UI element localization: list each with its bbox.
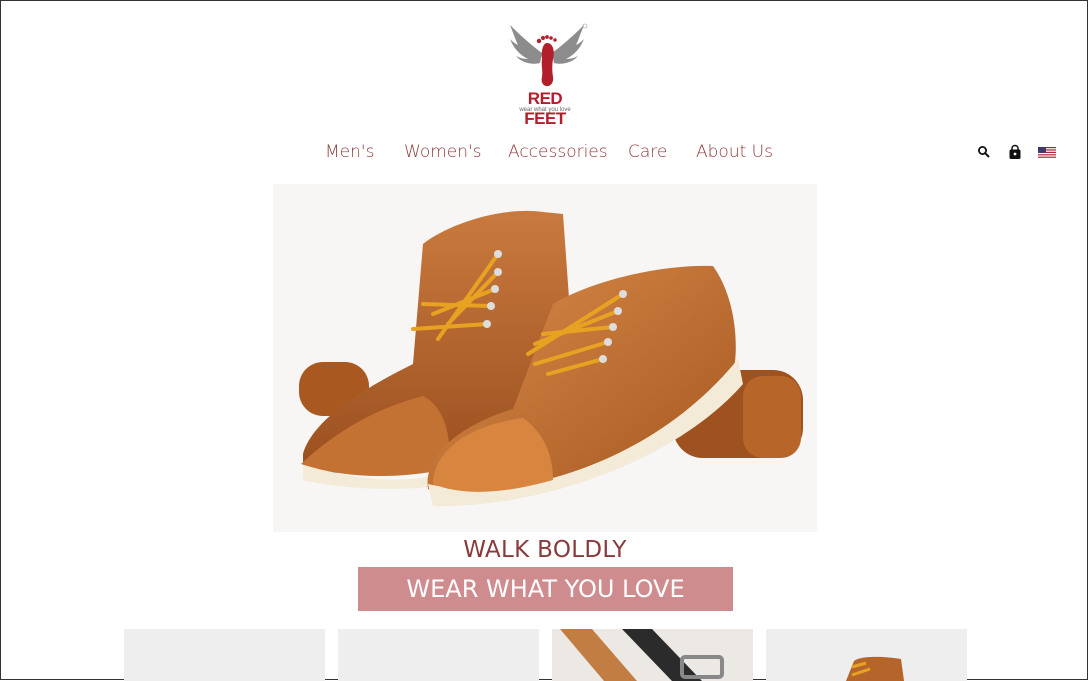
winged-foot-icon (510, 23, 588, 87)
wear-what-you-love-button[interactable]: WEAR WHAT YOU LOVE (358, 567, 733, 611)
nav-item-about-us[interactable]: About Us (696, 142, 773, 162)
brand-tagline: wear what you love (519, 107, 571, 113)
category-tile-2[interactable] (338, 629, 539, 681)
category-tile-boot[interactable] (766, 629, 967, 681)
brand-logo[interactable]: RED FEET wear what you love (506, 21, 588, 128)
main-nav: Men's Women's Accessories Care About Us (1, 142, 1088, 164)
nav-item-care[interactable]: Care (628, 142, 667, 162)
hero-headline: WALK BOLDLY (463, 537, 627, 563)
leather-belts-image (560, 629, 724, 681)
category-tile-1[interactable] (124, 629, 325, 681)
category-tile-belts[interactable] (552, 629, 753, 681)
nav-item-accessories[interactable]: Accessories (508, 142, 608, 162)
nav-item-womens[interactable]: Women's (404, 142, 482, 162)
nav-item-mens[interactable]: Men's (325, 142, 374, 162)
shopping-bag-icon[interactable] (1008, 144, 1024, 160)
search-icon[interactable] (977, 145, 993, 161)
hero-image[interactable] (273, 184, 817, 532)
boots-illustration (299, 210, 803, 507)
us-flag-icon[interactable] (1038, 146, 1056, 159)
brown-boot-image (846, 656, 904, 681)
